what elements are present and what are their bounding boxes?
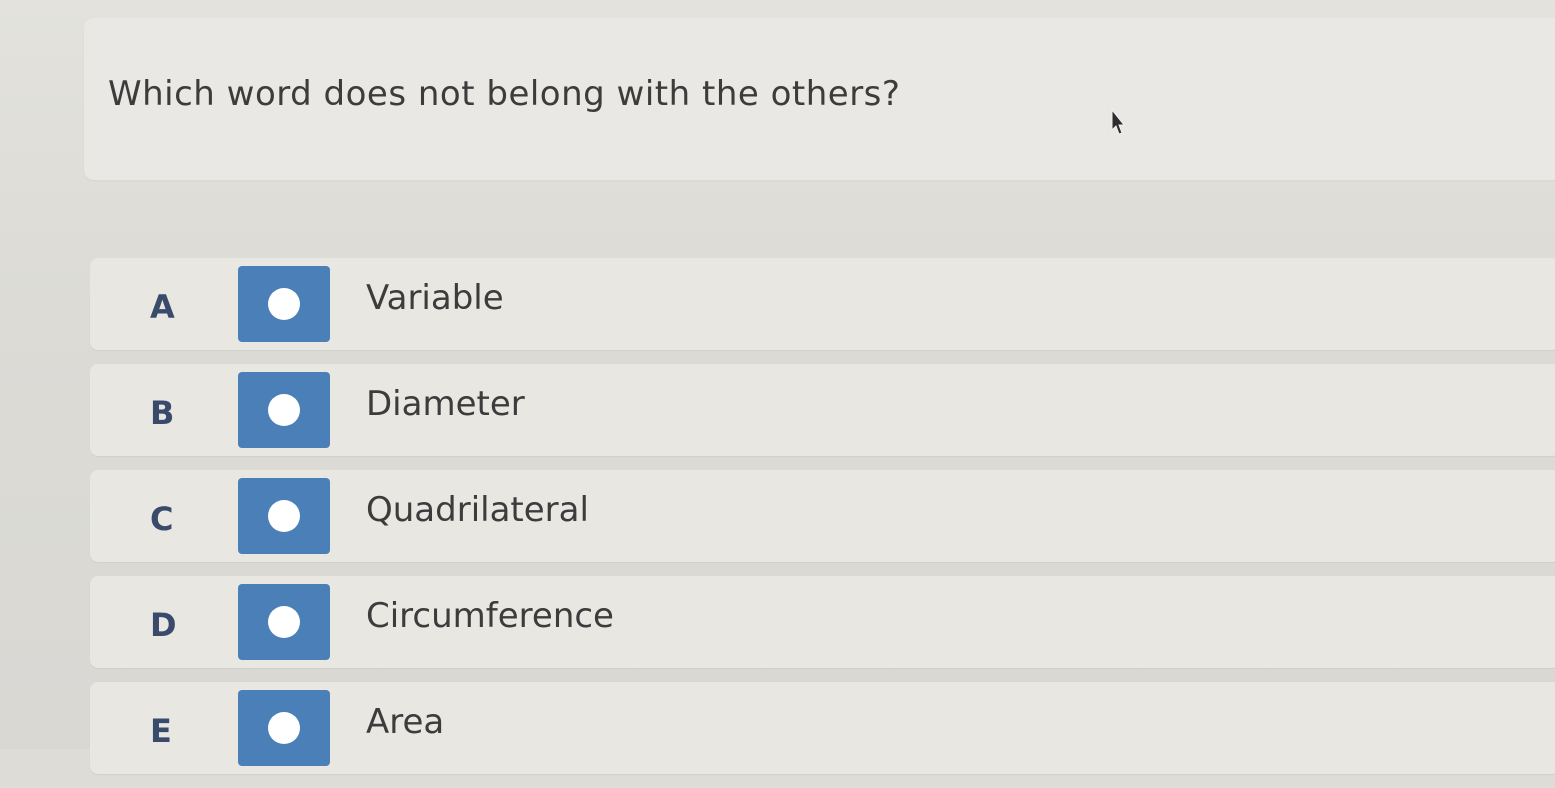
answer-label: Variable [366,278,504,318]
answer-letter: A [150,288,175,326]
answer-list: A Variable B Diameter C Quadrilateral D [90,258,1555,788]
radio-circle-icon [268,712,300,744]
radio-button[interactable] [238,478,330,554]
radio-button[interactable] [238,584,330,660]
answer-letter: B [150,394,175,432]
radio-button[interactable] [238,690,330,766]
quiz-page: Which word does not belong with the othe… [0,0,1555,774]
mouse-pointer-icon [1111,108,1126,135]
radio-circle-icon [268,500,300,532]
answer-letter: E [150,712,172,750]
answer-label: Diameter [366,384,525,424]
answer-label: Quadrilateral [366,490,589,530]
answer-letter: C [150,500,174,538]
answer-option-e[interactable]: E Area [90,682,1555,774]
answer-letter: D [150,606,177,644]
radio-circle-icon [268,394,300,426]
answer-label: Area [366,702,445,742]
answer-option-d[interactable]: D Circumference [90,576,1555,668]
radio-button[interactable] [238,372,330,448]
question-card: Which word does not belong with the othe… [84,18,1555,180]
answer-option-a[interactable]: A Variable [90,258,1555,350]
radio-circle-icon [268,288,300,320]
question-text: Which word does not belong with the othe… [108,74,901,114]
answer-option-c[interactable]: C Quadrilateral [90,470,1555,562]
radio-button[interactable] [238,266,330,342]
answer-label: Circumference [366,596,614,636]
radio-circle-icon [268,606,300,638]
answer-option-b[interactable]: B Diameter [90,364,1555,456]
